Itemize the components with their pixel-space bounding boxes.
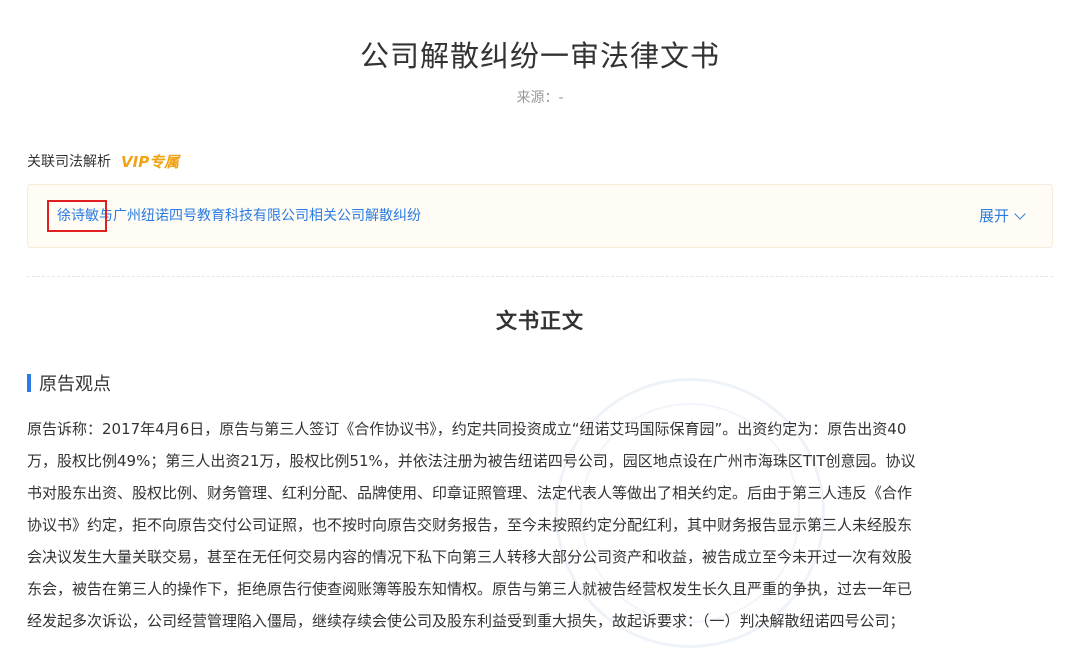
paragraph-line: 东会，被告在第三人的操作下，拒绝原告行使查阅账簿等股东知情权。原告与第三人就被告… — [27, 580, 913, 598]
related-analysis-label: 关联司法解析 — [27, 154, 111, 170]
section-title: 文书正文 — [496, 309, 584, 333]
sub-heading-text: 原告观点 — [39, 374, 111, 395]
heading-accent-bar — [27, 374, 31, 392]
section-divider — [27, 276, 1053, 277]
related-analysis-header: 关联司法解析 VIP专属 — [27, 150, 179, 172]
chevron-down-icon — [1014, 208, 1026, 220]
paragraph-line: 书对股东出资、股权比例、财务管理、红利分配、品牌使用、印章证照管理、法定代表人等… — [27, 484, 913, 502]
expand-button[interactable]: 展开 — [978, 205, 1026, 227]
paragraph-line: 经发起多次诉讼，公司经营管理陷入僵局，继续存续会使公司及股东利益受到重大损失，故… — [27, 612, 905, 630]
plaintiff-claim-paragraph: 原告诉称：2017年4月6日，原告与第三人签订《合作协议书》，约定共同投资成立“… — [27, 413, 1053, 637]
plaintiff-view-heading: 原告观点 — [27, 370, 111, 396]
paragraph-line: 会决议发生大量关联交易，甚至在无任何交易内容的情况下私下向第三人转移大部分公司资… — [27, 548, 913, 566]
paragraph-line: 万，股权比例49%；第三人出资21万，股权比例51%，并依法注册为被告纽诺四号公… — [27, 452, 916, 470]
document-title: 公司解散纠纷一审法律文书 — [359, 39, 720, 73]
paragraph-line: 原告诉称：2017年4月6日，原告与第三人签订《合作协议书》，约定共同投资成立“… — [27, 420, 907, 438]
related-case-link[interactable]: 徐诗敏与广州纽诺四号教育科技有限公司相关公司解散纠纷 — [57, 205, 421, 227]
paragraph-line: 协议书》约定，拒不向原告交付公司证照，也不按时向原告交财务报告，至今未按照约定分… — [27, 516, 913, 534]
document-source: 来源：- — [516, 90, 564, 106]
related-case-box: 徐诗敏与广州纽诺四号教育科技有限公司相关公司解散纠纷 展开 — [27, 184, 1053, 248]
expand-label: 展开 — [978, 207, 1009, 225]
vip-badge: VIP专属 — [121, 152, 180, 171]
